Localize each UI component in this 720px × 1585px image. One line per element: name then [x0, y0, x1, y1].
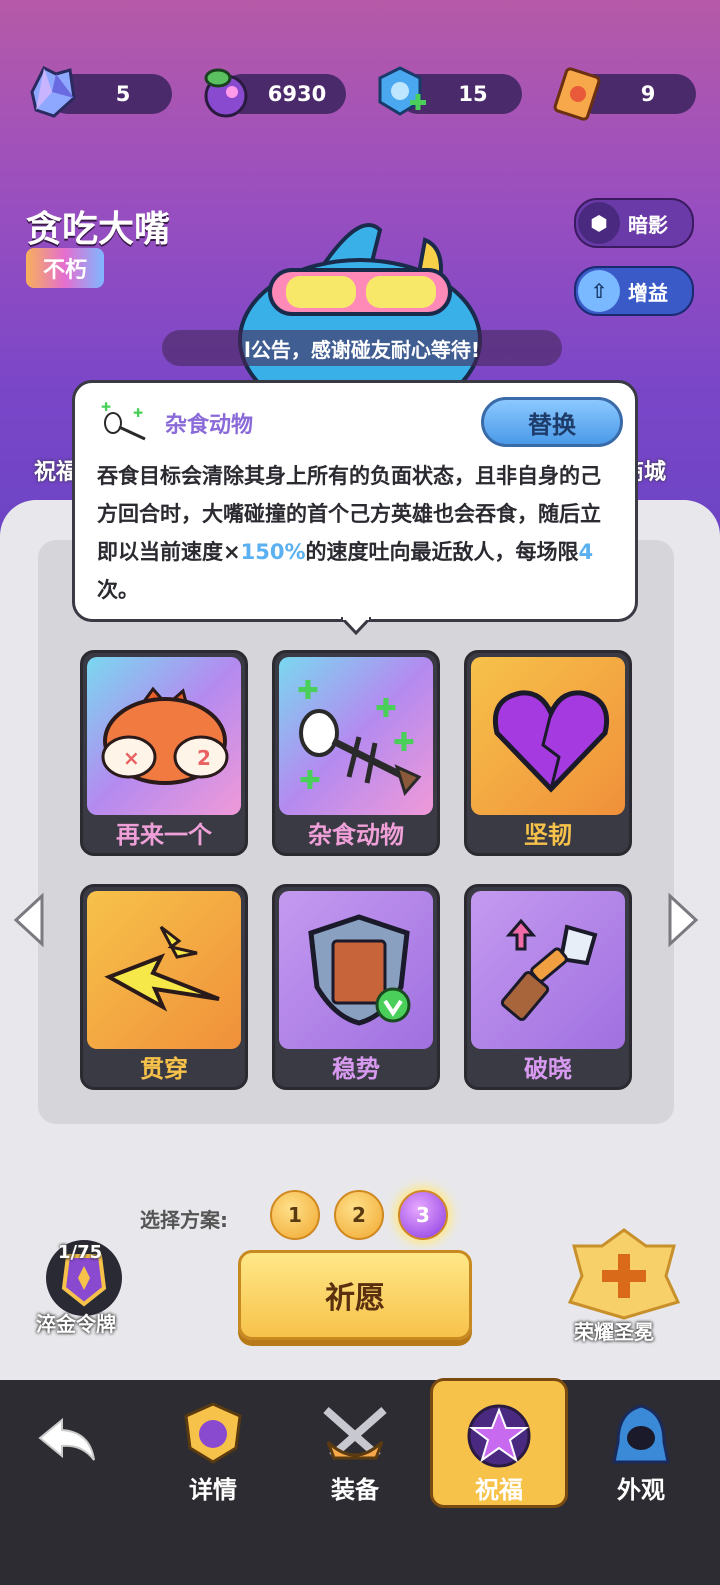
blessing-card-dawn[interactable]: 破晓	[464, 884, 632, 1090]
svg-text:2: 2	[197, 746, 211, 770]
plan-label: 选择方案:	[140, 1208, 228, 1232]
nav-blessing[interactable]: 祝福	[434, 1400, 564, 1510]
card-label: 稳势	[332, 1054, 380, 1083]
card-label: 杂食动物	[308, 820, 404, 849]
buff-button[interactable]: ⇧ 增益	[574, 266, 694, 316]
nav-appearance[interactable]: 外观	[576, 1400, 706, 1510]
dagger-icon	[500, 918, 598, 1021]
plan-option-2[interactable]: 2	[334, 1190, 384, 1240]
swap-button[interactable]: 替换	[481, 397, 623, 447]
card-label: 破晓	[524, 1054, 572, 1083]
pufferfish-icon: × 2	[101, 686, 229, 785]
blessing-card-again[interactable]: × 2 再来一个	[80, 650, 248, 856]
medal-label: 淬金令牌	[36, 1312, 116, 1336]
fishbone-icon: ✚ ✚	[101, 401, 146, 441]
svg-text:✚: ✚	[375, 694, 397, 724]
upgrade-icon: ⇧	[578, 270, 620, 312]
crossed-swords-icon	[323, 1407, 387, 1460]
svg-text:✚: ✚	[299, 766, 321, 796]
blessing-card-omnivore[interactable]: ✚ ✚ ✚ ✚ 杂食动物	[272, 650, 440, 856]
medal-progress: 1/75	[58, 1242, 103, 1263]
hex-gem-plus-icon	[378, 66, 426, 116]
card-label: 贯穿	[140, 1054, 188, 1083]
nav-equipment[interactable]: 装备	[290, 1400, 420, 1510]
back-arrow-icon[interactable]	[36, 1416, 98, 1464]
star-icon	[467, 1404, 531, 1468]
blessing-card-steady[interactable]: 稳势	[272, 884, 440, 1090]
svg-text:✚: ✚	[393, 728, 415, 758]
shrine-icon[interactable]	[566, 1226, 682, 1322]
card-label: 坚韧	[524, 820, 572, 849]
pray-button[interactable]: 祈愿	[238, 1250, 472, 1340]
prev-arrow[interactable]	[12, 892, 46, 948]
tooltip-description: 吞食目标会清除其身上所有的负面状态，且非自身的己方回合时，大嘴碰撞的首个己方英雄…	[97, 464, 601, 602]
svg-text:✚: ✚	[297, 677, 319, 706]
plan-option-1[interactable]: 1	[270, 1190, 320, 1240]
potion-icon	[204, 68, 248, 118]
hero-name: 贪吃大嘴	[26, 209, 171, 250]
hexagon-icon: ⬢	[578, 202, 620, 244]
shadow-button[interactable]: ⬢ 暗影	[574, 198, 694, 248]
svg-text:×: ×	[123, 746, 140, 770]
blessing-tooltip: ✚ ✚ 杂食动物 替换 吞食目标会清除其身上所有的负面状态，且非自身的己方回合时…	[72, 380, 638, 635]
tooltip-pointer	[341, 617, 371, 635]
shrine-label: 荣耀圣冕	[574, 1320, 654, 1344]
nav-details[interactable]: 详情	[148, 1400, 278, 1510]
blessing-card-tenacity[interactable]: 坚韧	[464, 650, 632, 856]
fishbone-icon: ✚ ✚ ✚ ✚	[297, 677, 422, 797]
svg-text:✚: ✚	[101, 401, 111, 414]
plan-option-3[interactable]: 3	[398, 1190, 448, 1240]
crystal-icon	[30, 65, 76, 118]
blessing-card-pierce[interactable]: 贯穿	[80, 884, 248, 1090]
card-label: 再来一个	[116, 820, 212, 849]
purple-heart-icon	[493, 690, 609, 793]
next-arrow[interactable]	[666, 892, 700, 948]
shield-down-icon	[308, 914, 411, 1026]
lightning-spear-icon	[104, 925, 220, 1012]
rank-badge: 不朽	[26, 248, 104, 288]
tooltip-title: 杂食动物	[165, 413, 254, 438]
notice-banner: l公告，感谢碰友耐心等待!	[162, 330, 562, 366]
hood-icon	[612, 1404, 670, 1464]
ticket-icon	[553, 67, 601, 121]
helmet-icon	[184, 1402, 242, 1464]
svg-text:✚: ✚	[133, 406, 143, 420]
